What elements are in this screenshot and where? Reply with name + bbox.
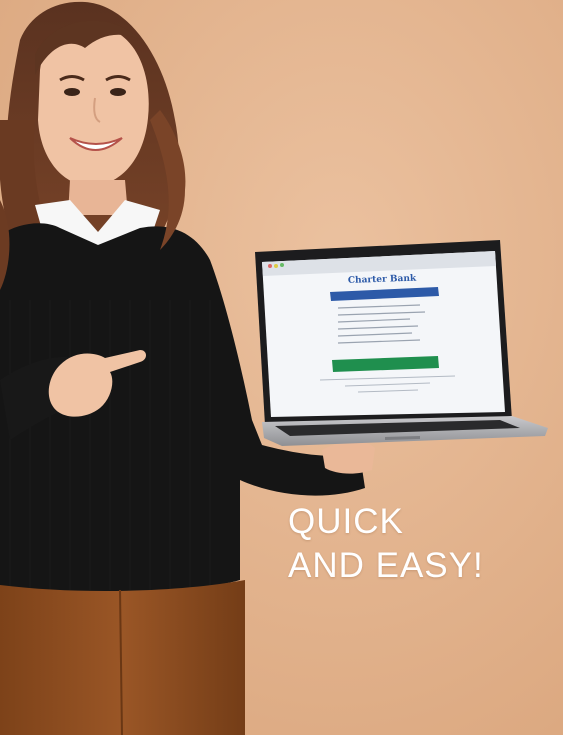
headline-line-2: AND EASY!: [288, 546, 484, 585]
headline: QUICK AND EASY!: [288, 500, 548, 588]
photo-scene: Charter Bank: [0, 0, 563, 735]
headline-line-1: QUICK: [288, 502, 404, 541]
